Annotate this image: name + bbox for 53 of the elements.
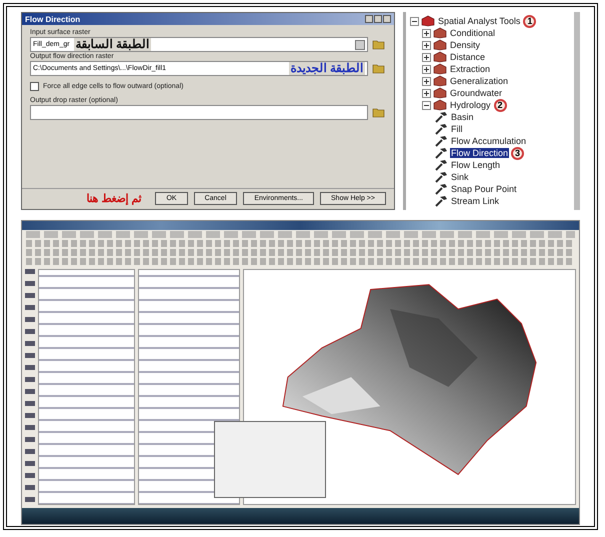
folder-icon[interactable]	[372, 107, 386, 118]
input-field[interactable]	[30, 105, 368, 120]
toolbox-icon	[433, 87, 447, 99]
toolbox-icon	[421, 15, 435, 27]
tree-item[interactable]: Flow Direction	[450, 148, 510, 158]
toolbox-icon	[433, 63, 447, 75]
hammer-icon	[434, 183, 448, 195]
toolbox-icon	[433, 27, 447, 39]
tree-item[interactable]: Hydrology	[449, 100, 492, 110]
tree-item[interactable]: Generalization	[449, 76, 510, 86]
tree-item[interactable]: Spatial Analyst Tools	[437, 16, 522, 26]
expander-icon[interactable]	[422, 100, 431, 110]
tree-item[interactable]: Density	[449, 40, 482, 50]
annotation-text: الطبقة الجديدة	[288, 62, 365, 75]
tree-item[interactable]: Flow Accumulation	[450, 136, 528, 146]
expander-icon[interactable]	[422, 40, 431, 50]
expander-icon[interactable]	[422, 76, 431, 86]
toolbox-icon	[433, 39, 447, 51]
tree-item[interactable]: Conditional	[449, 28, 496, 38]
tree-item[interactable]: Fill	[450, 124, 464, 134]
tree-item[interactable]: Snap Pour Point	[450, 184, 518, 194]
hammer-icon	[434, 171, 448, 183]
tree-item[interactable]: Sink	[450, 172, 470, 182]
tree-item[interactable]: Basin	[450, 112, 475, 122]
annotation-text: الطبقة السابقة	[74, 38, 151, 51]
hammer-icon	[434, 159, 448, 171]
checkbox[interactable]	[30, 82, 39, 91]
hammer-icon	[434, 195, 448, 207]
toolbox-icon	[433, 75, 447, 87]
expander-icon[interactable]	[422, 64, 431, 74]
tree-item[interactable]: Distance	[449, 52, 486, 62]
hammer-icon	[434, 147, 448, 159]
annotation-text: ثم إضغط هنا	[86, 192, 142, 205]
step-badge: 1	[523, 14, 536, 28]
expander-icon[interactable]	[410, 16, 419, 26]
toolbox-icon	[433, 99, 447, 111]
expander-icon[interactable]	[422, 88, 431, 98]
expander-icon[interactable]	[422, 52, 431, 62]
hammer-icon	[434, 123, 448, 135]
hammer-icon	[434, 111, 448, 123]
hammer-icon	[434, 135, 448, 147]
expander-icon[interactable]	[422, 28, 431, 38]
tree-item[interactable]: Extraction	[449, 64, 492, 74]
tree-item[interactable]: Flow Length	[450, 160, 502, 170]
step-badge: 3	[511, 146, 524, 160]
toolbox-icon	[433, 51, 447, 63]
tree-item[interactable]: Groundwater	[449, 88, 504, 98]
tree-item[interactable]: Stream Link	[450, 196, 500, 206]
folder-icon[interactable]	[372, 63, 386, 74]
window-title: Flow Direction	[25, 14, 80, 24]
folder-icon[interactable]	[372, 39, 386, 50]
window-controls-icon[interactable]	[365, 15, 391, 23]
step-badge: 2	[494, 98, 507, 112]
